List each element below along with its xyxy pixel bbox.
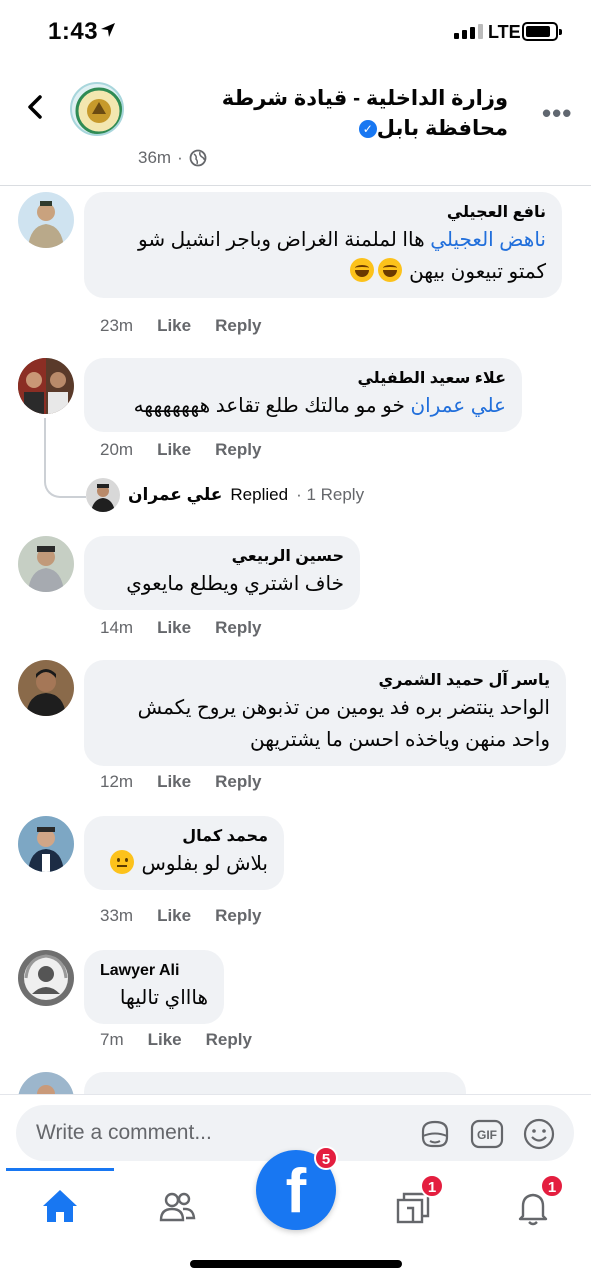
home-icon bbox=[43, 1190, 77, 1222]
commenter-avatar[interactable] bbox=[18, 1072, 74, 1094]
commenter-avatar[interactable] bbox=[18, 660, 74, 716]
reply-button[interactable]: Reply bbox=[215, 772, 261, 792]
commenter-avatar[interactable] bbox=[18, 950, 74, 1006]
comment-actions: 23m Like Reply bbox=[100, 316, 261, 336]
replier-avatar bbox=[86, 478, 120, 512]
comment-age: 7m bbox=[100, 1030, 124, 1049]
emoji-icon[interactable] bbox=[522, 1117, 556, 1151]
comment-text: خاف اشتري ويطلع مايعوي bbox=[126, 573, 344, 595]
reply-button[interactable]: Reply bbox=[215, 906, 261, 926]
verified-badge-icon: ✓ bbox=[358, 120, 377, 138]
notifications-badge: 1 bbox=[540, 1174, 564, 1198]
svg-text:GIF: GIF bbox=[477, 1128, 497, 1142]
replied-summary[interactable]: علي عمران Replied · 1 Reply bbox=[86, 478, 364, 512]
network-type: LTE bbox=[488, 22, 521, 42]
comment-age: 12m bbox=[100, 772, 134, 791]
comment-age: 33m bbox=[100, 906, 134, 925]
dot-separator: · bbox=[177, 148, 183, 167]
comment-text-line: خو مو مالتك طلع تقاعد هههههههه bbox=[133, 395, 411, 417]
comment-mention[interactable]: علي عمران bbox=[410, 395, 506, 417]
reply-button[interactable]: Reply bbox=[215, 316, 261, 336]
comment-mention[interactable]: ناهض العجيلي bbox=[430, 229, 546, 251]
gif-icon[interactable]: GIF bbox=[470, 1117, 504, 1151]
bottom-tab-bar: f 5 1 1 bbox=[0, 1146, 591, 1280]
comment-actions: 7m Like Reply bbox=[100, 1030, 252, 1050]
like-button[interactable]: Like bbox=[157, 772, 191, 792]
comment-text: كمتو تبيعون بيهن bbox=[100, 256, 546, 288]
comment-age: 14m bbox=[100, 618, 134, 637]
home-indicator[interactable] bbox=[190, 1260, 402, 1268]
facebook-app-button[interactable]: f 5 bbox=[256, 1146, 338, 1230]
thread-connector bbox=[44, 418, 86, 498]
comment-bubble: حسين الربيعي خاف اشتري ويطلع مايعوي bbox=[84, 536, 360, 610]
cell-signal-icon bbox=[454, 24, 483, 39]
comment-text: هاااي تاليها bbox=[119, 987, 208, 1009]
active-tab-indicator bbox=[6, 1168, 114, 1171]
replied-label: Replied bbox=[230, 485, 289, 504]
comment-author[interactable]: ياسر آل حميد الشمري bbox=[100, 670, 550, 692]
laughing-emoji-icon bbox=[349, 258, 374, 282]
comment-bubble: محمد كمال بلاش لو بفلوس bbox=[84, 816, 284, 890]
commenter-avatar[interactable] bbox=[18, 192, 74, 248]
comment-text-line: بلاش لو بفلوس bbox=[141, 853, 268, 875]
comment-author[interactable]: حسين الربيعي bbox=[100, 546, 344, 568]
like-button[interactable]: Like bbox=[157, 316, 191, 336]
replier-name[interactable]: علي عمران bbox=[128, 485, 222, 505]
post-age: 36m bbox=[138, 148, 172, 167]
reply-count[interactable]: · 1 Reply bbox=[296, 485, 364, 505]
tab-friends[interactable] bbox=[152, 1182, 202, 1232]
sticker-icon[interactable] bbox=[418, 1117, 452, 1151]
reply-thread[interactable]: علي عمران Replied · 1 Reply bbox=[44, 418, 584, 518]
comment-actions: 12m Like Reply bbox=[100, 772, 261, 792]
post-meta: 36m · bbox=[138, 148, 207, 168]
status-bar: 1:43 LTE bbox=[0, 0, 591, 64]
comment-bubble: ياسر آل حميد الشمري الواحد ينتضر بره فد … bbox=[84, 660, 566, 766]
back-chevron-icon[interactable] bbox=[20, 92, 50, 122]
comment-placeholder: Write a comment... bbox=[36, 1121, 212, 1144]
comment-author[interactable]: علاء سعيد الطفيلي bbox=[100, 368, 506, 390]
reply-button[interactable]: Reply bbox=[206, 1030, 252, 1050]
comment-text-line: هاا لملمنة الغراض وباجر انشيل شو bbox=[138, 229, 431, 251]
tab-pages[interactable]: 1 bbox=[388, 1174, 444, 1232]
like-button[interactable]: Like bbox=[157, 618, 191, 638]
commenter-avatar[interactable] bbox=[18, 536, 74, 592]
comment-author[interactable]: Lawyer Ali bbox=[100, 960, 208, 982]
location-arrow-icon bbox=[101, 23, 115, 37]
like-button[interactable]: Like bbox=[148, 1030, 182, 1050]
tab-notifications[interactable]: 1 bbox=[508, 1174, 564, 1232]
comment-bubble: Lawyer Ali هاااي تاليها bbox=[84, 950, 224, 1024]
comments-list: نافع العجيلي ناهض العجيلي هاا لملمنة الغ… bbox=[0, 188, 591, 1094]
comment-text: واحد منهن وياخذه احسن ما يشتريهن bbox=[250, 729, 550, 751]
reply-button[interactable]: Reply bbox=[215, 618, 261, 638]
page-title[interactable]: وزارة الداخلية - قيادة شرطة محافظة بابل✓ bbox=[138, 84, 508, 144]
facebook-badge: 5 bbox=[314, 1146, 338, 1170]
globe-icon bbox=[189, 149, 207, 167]
comment-text: بلاش لو بفلوس bbox=[100, 848, 268, 880]
comment-text: الواحد ينتضر بره فد يومين من تذبوهن يروح… bbox=[137, 697, 550, 719]
comment-actions: 14m Like Reply bbox=[100, 618, 261, 638]
laughing-emoji-icon bbox=[377, 258, 402, 282]
like-button[interactable]: Like bbox=[157, 906, 191, 926]
comment-text-line: كمتو تبيعون بيهن bbox=[409, 261, 546, 283]
comment-author[interactable]: محمد كمال bbox=[100, 826, 268, 848]
neutral-face-emoji-icon bbox=[109, 850, 134, 874]
comment-age: 23m bbox=[100, 316, 134, 335]
tab-home[interactable] bbox=[35, 1182, 85, 1232]
comment-actions: 33m Like Reply bbox=[100, 906, 261, 926]
more-options-icon[interactable]: ••• bbox=[542, 98, 572, 129]
pages-badge: 1 bbox=[420, 1174, 444, 1198]
post-header: وزارة الداخلية - قيادة شرطة محافظة بابل✓… bbox=[0, 70, 591, 186]
battery-icon bbox=[522, 22, 562, 41]
commenter-avatar[interactable] bbox=[18, 358, 74, 414]
comment-bubble bbox=[84, 1072, 466, 1094]
page-avatar[interactable] bbox=[70, 82, 124, 136]
friends-icon bbox=[159, 1192, 196, 1222]
comment-bubble: نافع العجيلي ناهض العجيلي هاا لملمنة الغ… bbox=[84, 192, 562, 298]
comment-author[interactable]: نافع العجيلي bbox=[100, 202, 546, 224]
clock: 1:43 bbox=[48, 18, 99, 45]
comment-text: ناهض العجيلي هاا لملمنة الغراض وباجر انش… bbox=[100, 224, 546, 256]
commenter-avatar[interactable] bbox=[18, 816, 74, 872]
